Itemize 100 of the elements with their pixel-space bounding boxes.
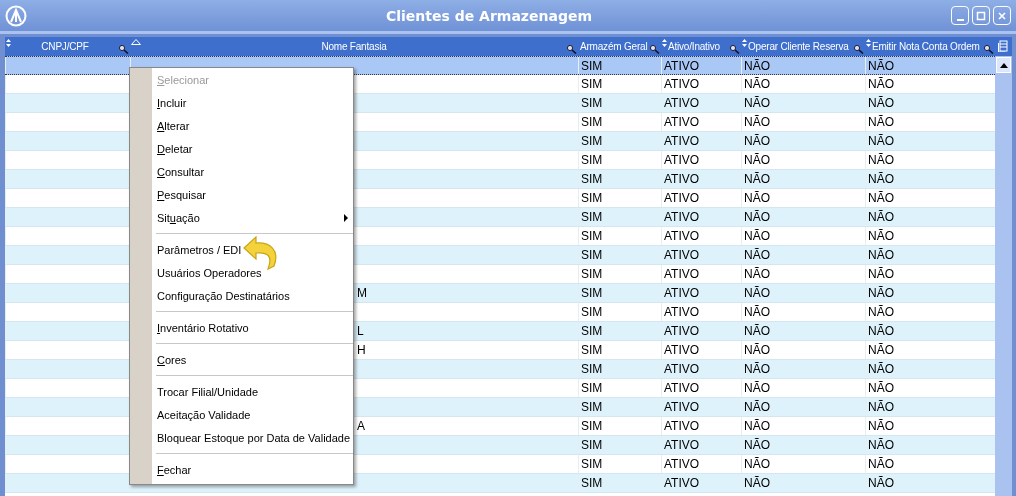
- table-cell: SIM: [581, 58, 603, 73]
- close-icon: [997, 10, 1007, 21]
- column-header[interactable]: Nome Fantasia: [130, 37, 578, 56]
- menu-item[interactable]: Incluir: [130, 91, 353, 114]
- table-cell: SIM: [581, 191, 603, 205]
- table-cell: ATIVO: [664, 286, 700, 300]
- menu-item[interactable]: Aceitação Validade: [130, 403, 353, 426]
- table-cell: NÃO: [744, 210, 770, 224]
- table-cell: ATIVO: [664, 362, 700, 376]
- table-cell: SIM: [581, 476, 603, 490]
- table-cell: NÃO: [744, 58, 770, 73]
- column-header[interactable]: Operar Cliente Reserva: [741, 37, 865, 56]
- search-icon[interactable]: [567, 45, 577, 54]
- search-icon[interactable]: [854, 45, 864, 54]
- table-cell: SIM: [581, 267, 603, 281]
- table-cell: NÃO: [868, 457, 894, 471]
- table-cell: SIM: [581, 115, 603, 129]
- table-cell: ATIVO: [664, 476, 700, 490]
- menu-item[interactable]: Cores: [130, 348, 353, 371]
- menu-item[interactable]: Usuários Operadores: [130, 261, 353, 284]
- table-cell: NÃO: [744, 172, 770, 186]
- table-cell: NÃO: [868, 419, 894, 433]
- table-cell: NÃO: [744, 438, 770, 452]
- search-icon[interactable]: [984, 45, 994, 54]
- scroll-up-button[interactable]: [996, 57, 1011, 73]
- table-cell: SIM: [581, 438, 603, 452]
- sort-icon[interactable]: [866, 39, 871, 47]
- column-header[interactable]: Armazém Geral: [578, 37, 661, 56]
- menu-item[interactable]: Consultar: [130, 160, 353, 183]
- table-cell: NÃO: [868, 96, 894, 110]
- table-cell: SIM: [581, 248, 603, 262]
- scrollbar[interactable]: [995, 56, 1012, 496]
- search-icon[interactable]: [650, 45, 660, 54]
- close-button[interactable]: [993, 6, 1011, 25]
- table-cell: H: [357, 343, 366, 357]
- sort-icon[interactable]: [662, 39, 667, 47]
- table-cell: ATIVO: [664, 438, 700, 452]
- table-cell: ATIVO: [664, 58, 700, 73]
- table-cell: NÃO: [868, 172, 894, 186]
- table-cell: SIM: [581, 134, 603, 148]
- table-cell: ATIVO: [664, 457, 700, 471]
- table-cell: ATIVO: [664, 115, 700, 129]
- menu-item[interactable]: Pesquisar: [130, 183, 353, 206]
- table-cell: SIM: [581, 362, 603, 376]
- table-cell: NÃO: [868, 77, 894, 91]
- column-label: Operar Cliente Reserva: [748, 41, 849, 52]
- menu-item[interactable]: Configuração Destinatários: [130, 284, 353, 307]
- menu-item[interactable]: Deletar: [130, 137, 353, 160]
- window-title: Clientes de Armazenagem: [384, 7, 594, 24]
- column-label: Nome Fantasia: [321, 41, 387, 52]
- column-header[interactable]: Emitir Nota Conta Ordem: [865, 37, 995, 56]
- search-icon[interactable]: [119, 45, 129, 54]
- column-chooser-icon[interactable]: [998, 40, 1008, 52]
- table-cell: NÃO: [868, 153, 894, 167]
- maximize-button[interactable]: [972, 6, 990, 25]
- table-cell: ATIVO: [664, 267, 700, 281]
- column-label: Armazém Geral: [580, 41, 648, 52]
- sort-icon[interactable]: [6, 39, 11, 47]
- table-cell: NÃO: [744, 324, 770, 338]
- table-cell: NÃO: [868, 362, 894, 376]
- menu-item[interactable]: Inventário Rotativo: [130, 316, 353, 339]
- table-cell: NÃO: [868, 210, 894, 224]
- table-cell: NÃO: [744, 476, 770, 490]
- table-cell: SIM: [581, 96, 603, 110]
- column-header[interactable]: CNPJ/CPF: [5, 37, 130, 56]
- search-icon[interactable]: [730, 45, 740, 54]
- column-header[interactable]: Ativo/Inativo: [661, 37, 741, 56]
- menu-item[interactable]: Situação: [130, 206, 353, 229]
- sort-ascending-icon[interactable]: [131, 39, 141, 45]
- table-cell: NÃO: [744, 153, 770, 167]
- table-cell: NÃO: [868, 400, 894, 414]
- table-cell: NÃO: [868, 438, 894, 452]
- menu-item[interactable]: Alterar: [130, 114, 353, 137]
- table-cell: SIM: [581, 172, 603, 186]
- table-cell: NÃO: [868, 229, 894, 243]
- table-cell: ATIVO: [664, 248, 700, 262]
- table-cell: ATIVO: [664, 305, 700, 319]
- table-cell: NÃO: [868, 191, 894, 205]
- table-cell: SIM: [581, 419, 603, 433]
- table-cell: NÃO: [744, 229, 770, 243]
- table-cell: SIM: [581, 286, 603, 300]
- table-cell: ATIVO: [664, 77, 700, 91]
- table-cell: NÃO: [744, 77, 770, 91]
- table-cell: ATIVO: [664, 343, 700, 357]
- table-cell: ATIVO: [664, 172, 700, 186]
- table-cell: NÃO: [744, 343, 770, 357]
- minimize-button[interactable]: [951, 6, 969, 25]
- menu-item[interactable]: Bloquear Estoque por Data de Validade: [130, 426, 353, 449]
- table-cell: NÃO: [744, 457, 770, 471]
- table-cell: NÃO: [744, 400, 770, 414]
- menu-item[interactable]: Fechar: [130, 458, 353, 481]
- table-cell: NÃO: [868, 343, 894, 357]
- table-cell: NÃO: [744, 305, 770, 319]
- column-label: CNPJ/CPF: [41, 41, 89, 52]
- menu-item[interactable]: Parâmetros / EDI: [130, 238, 353, 261]
- up-arrow-icon: [999, 62, 1008, 68]
- menu-item[interactable]: Trocar Filial/Unidade: [130, 380, 353, 403]
- sort-icon[interactable]: [742, 39, 747, 47]
- table-cell: NÃO: [868, 115, 894, 129]
- table-cell: ATIVO: [664, 324, 700, 338]
